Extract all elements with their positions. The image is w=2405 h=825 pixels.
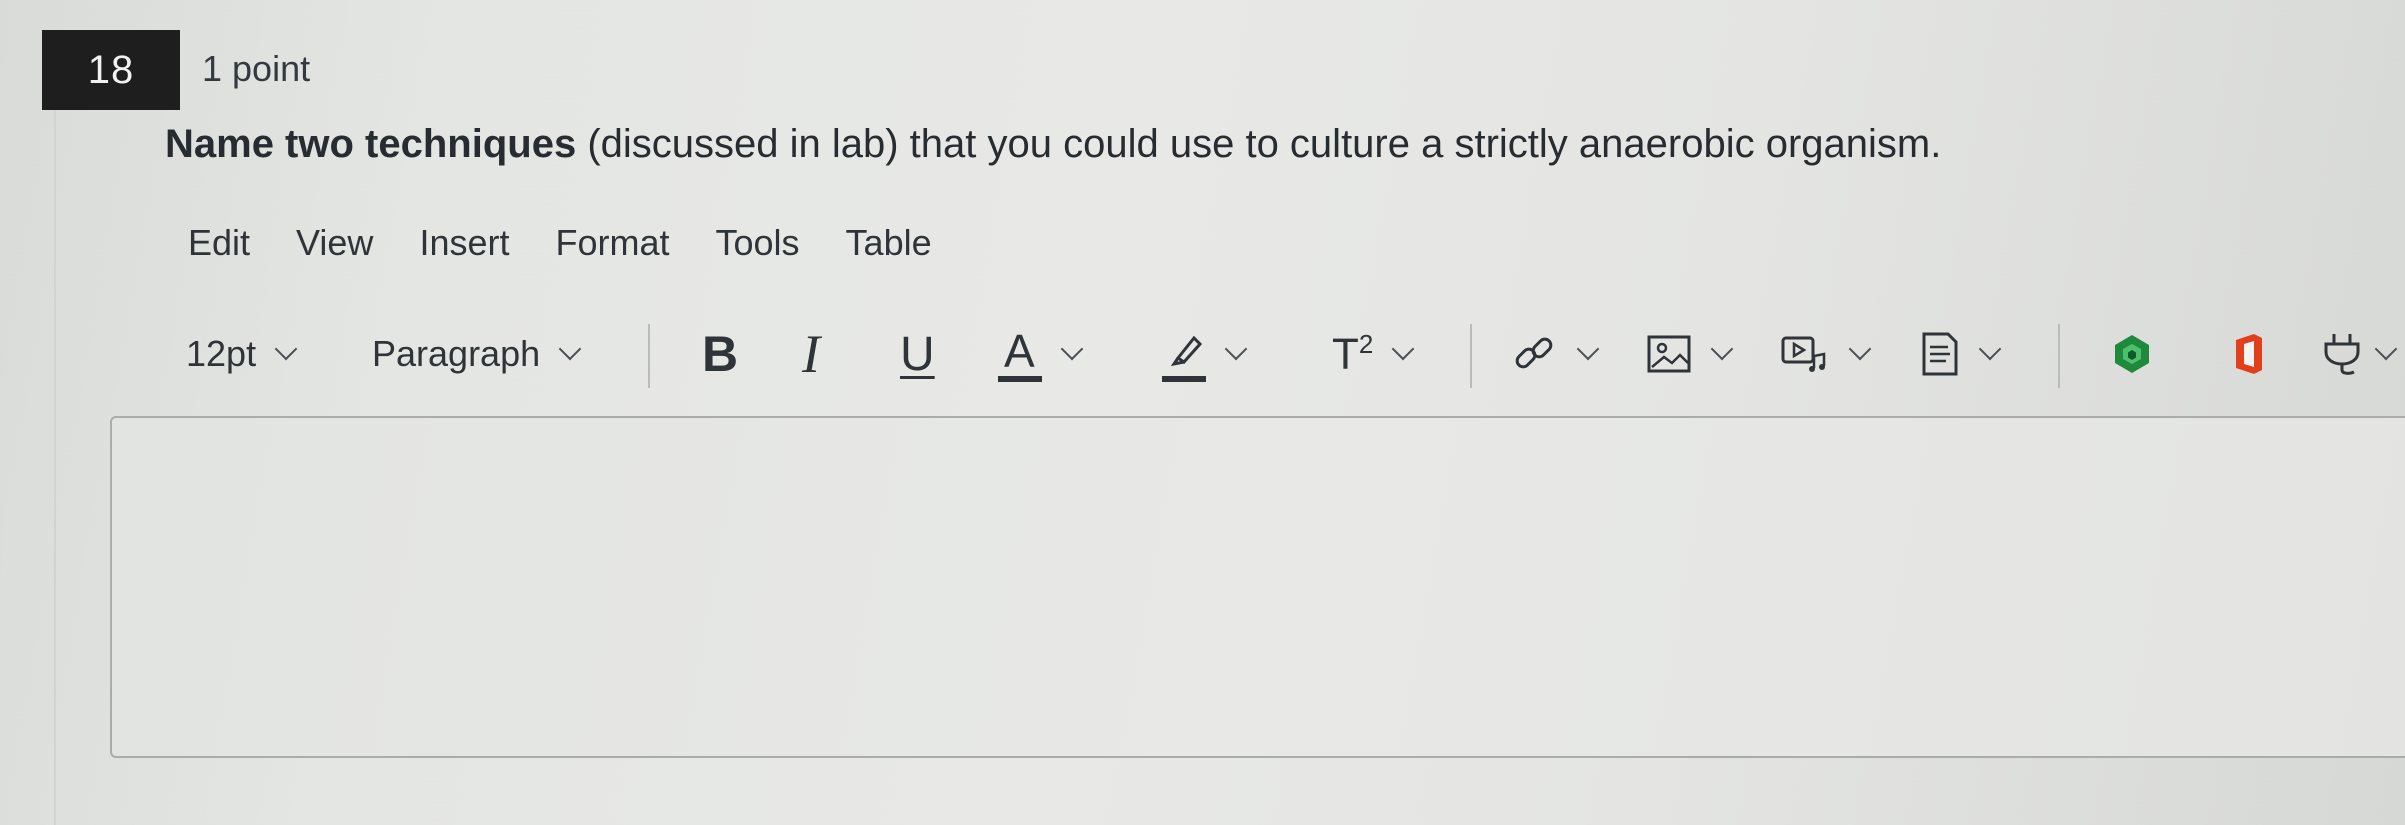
superscript-exponent: 2	[1358, 328, 1374, 359]
chevron-down-icon	[274, 337, 298, 361]
highlight-color-button[interactable]	[1162, 318, 1248, 390]
text-color-icon: A	[998, 324, 1042, 384]
chevron-down-icon	[558, 337, 582, 361]
editor-menubar: Edit View Insert Format Tools Table	[188, 222, 932, 264]
menu-insert[interactable]: Insert	[419, 222, 509, 264]
office-app-button[interactable]	[2230, 318, 2266, 390]
superscript-icon: T2	[1332, 329, 1373, 380]
chevron-down-icon	[1710, 337, 1734, 361]
question-text-bold: Name two techniques	[165, 122, 577, 166]
toolbar-divider	[1470, 324, 1472, 388]
question-text: Name two techniques (discussed in lab) t…	[165, 122, 1941, 167]
underline-icon: U	[900, 327, 935, 381]
document-icon	[1922, 332, 1958, 376]
plug-icon	[2324, 334, 2360, 375]
highlight-bar	[1162, 376, 1206, 382]
media-button[interactable]	[1780, 318, 1872, 390]
media-icon	[1781, 336, 1826, 372]
italic-button[interactable]: I	[802, 318, 820, 390]
office-icon	[2236, 334, 2262, 374]
underline-button[interactable]: U	[900, 318, 935, 390]
text-color-button[interactable]: A	[998, 318, 1084, 390]
font-size-value: 12pt	[186, 333, 257, 374]
image-button[interactable]	[1646, 318, 1734, 390]
question-number-badge: 18	[42, 30, 180, 110]
answer-editor-area[interactable]	[110, 416, 2405, 758]
image-icon	[1647, 335, 1691, 373]
question-points: 1 point	[202, 48, 311, 89]
answer-editor-content[interactable]	[112, 418, 2405, 756]
menu-view[interactable]: View	[296, 222, 373, 264]
italic-icon: I	[802, 324, 820, 384]
toolbar-divider	[2058, 324, 2060, 388]
chevron-down-icon	[1848, 337, 1872, 361]
menu-tools[interactable]: Tools	[716, 222, 800, 264]
chevron-down-icon	[1978, 337, 2002, 361]
text-color-bar	[998, 376, 1042, 382]
highlight-icon	[1162, 324, 1206, 384]
question-text-rest: (discussed in lab) that you could use to…	[576, 122, 1942, 166]
menu-table[interactable]: Table	[846, 222, 932, 264]
bold-button[interactable]: B	[702, 318, 738, 390]
chevron-down-icon	[1060, 337, 1084, 361]
question-number: 18	[87, 47, 135, 92]
chevron-down-icon	[2374, 337, 2398, 361]
font-size-select[interactable]: 12pt	[186, 318, 298, 390]
plugin-button[interactable]	[2320, 318, 2398, 390]
question-left-rule	[54, 110, 56, 825]
block-format-select[interactable]: Paragraph	[372, 318, 582, 390]
bold-icon: B	[702, 326, 739, 382]
superscript-letter: T	[1332, 329, 1359, 379]
document-button[interactable]	[1920, 318, 2002, 390]
block-format-value: Paragraph	[372, 333, 541, 374]
chevron-down-icon	[1576, 337, 1600, 361]
editor-toolbar: 12pt Paragraph B I U A T2	[180, 318, 2405, 390]
link-button[interactable]	[1510, 318, 1600, 390]
menu-edit[interactable]: Edit	[188, 222, 250, 264]
green-app-button[interactable]	[2110, 318, 2154, 390]
superscript-button[interactable]: T2	[1332, 318, 1415, 390]
toolbar-divider	[648, 324, 650, 388]
text-color-letter: A	[1004, 325, 1035, 377]
chevron-down-icon	[1224, 337, 1248, 361]
chevron-down-icon	[1392, 337, 1415, 361]
menu-format[interactable]: Format	[555, 222, 669, 264]
link-icon	[1515, 337, 1553, 369]
green-app-icon	[2115, 335, 2149, 373]
